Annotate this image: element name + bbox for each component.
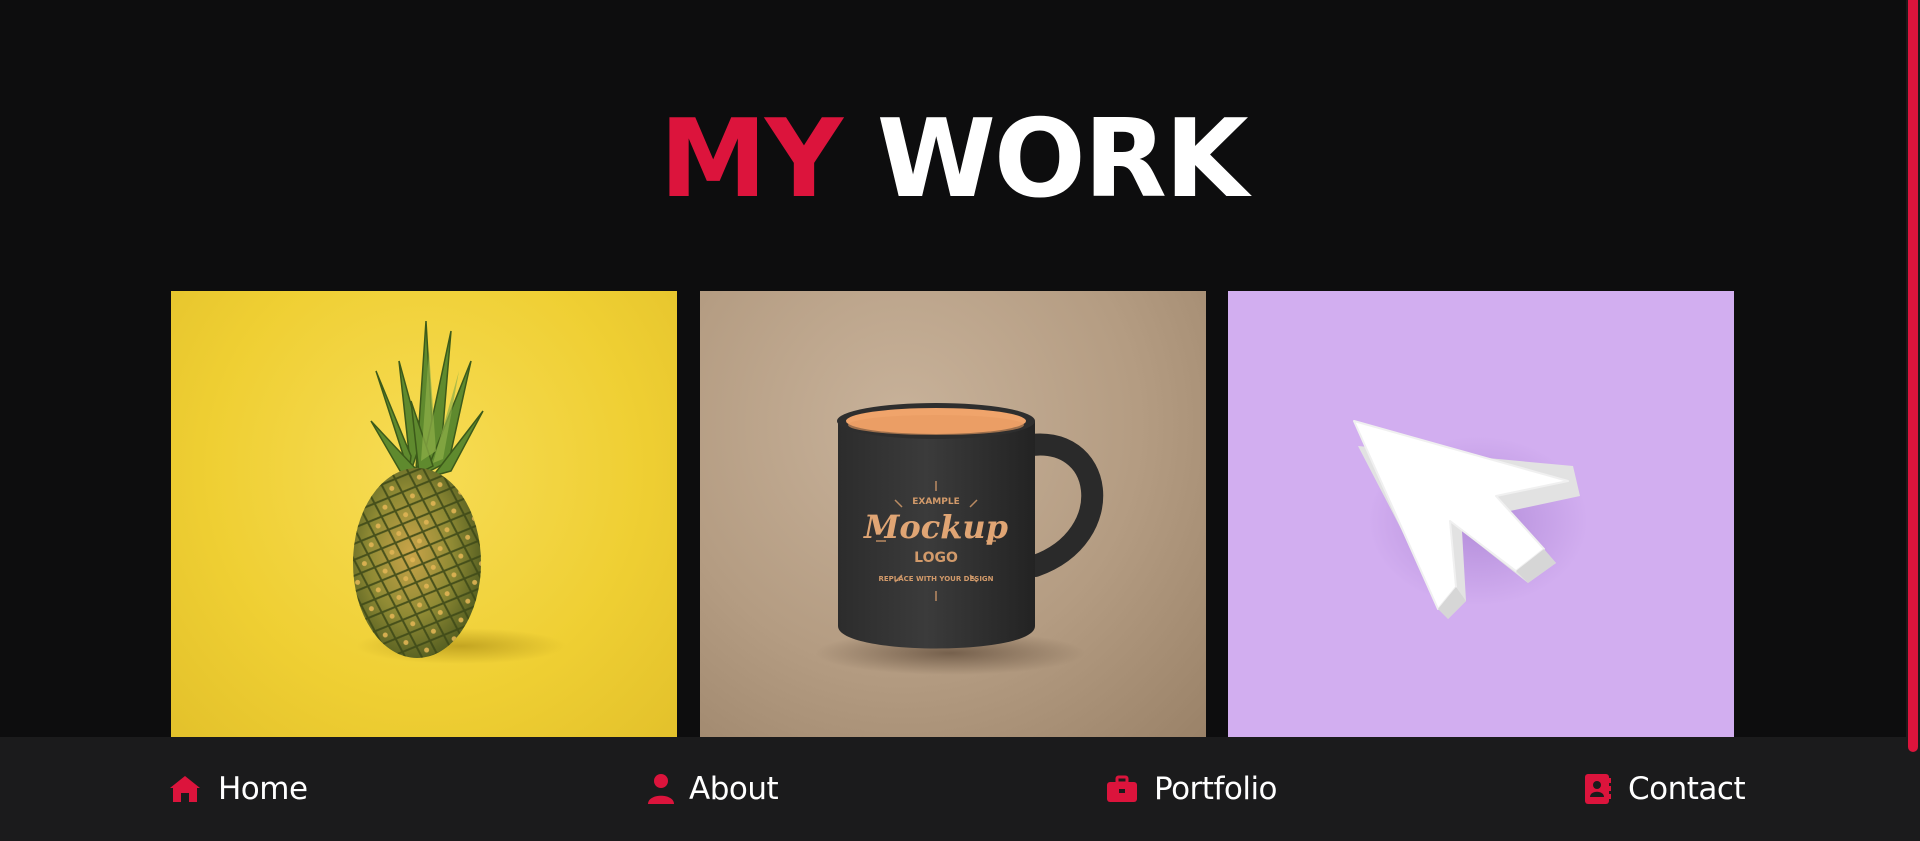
scrollbar-track[interactable]: [1906, 0, 1920, 841]
pineapple-image: [353, 320, 566, 664]
briefcase-icon: [1107, 775, 1137, 802]
section-title-accent: MY: [659, 97, 843, 222]
bottom-nav: Home About Portfolio Contact: [0, 737, 1906, 841]
nav-label-home: Home: [218, 771, 308, 807]
nav-item-portfolio[interactable]: Portfolio: [1106, 737, 1278, 841]
portfolio-item-pineapple[interactable]: [171, 291, 677, 737]
address-book-icon: [1585, 774, 1611, 804]
mug-image: EXAMPLE Mockup LOGO REPLACE WITH YOUR DE…: [815, 403, 1104, 675]
nav-item-contact[interactable]: Contact: [1584, 737, 1746, 841]
nav-item-home[interactable]: Home: [168, 737, 308, 841]
section-title-rest: WORK: [876, 97, 1249, 222]
user-icon: [648, 774, 674, 804]
mug-logo-mockup: Mockup: [863, 508, 1008, 546]
nav-label-about: About: [689, 771, 779, 807]
mug-logo-replace: REPLACE WITH YOUR DESIGN: [878, 575, 993, 583]
page: MY WORK EXAMPLE Mockup LOGO REPLACE WITH…: [0, 0, 1920, 841]
section-title: MY WORK: [0, 98, 1906, 222]
nav-label-contact: Contact: [1628, 771, 1746, 807]
home-icon: [170, 776, 200, 802]
nav-label-portfolio: Portfolio: [1154, 771, 1278, 807]
mug-logo-logo: LOGO: [914, 550, 958, 566]
portfolio-item-mug[interactable]: EXAMPLE Mockup LOGO REPLACE WITH YOUR DE…: [700, 291, 1206, 737]
nav-item-about[interactable]: About: [647, 737, 779, 841]
scrollbar-thumb[interactable]: [1908, 0, 1918, 752]
portfolio-item-cursor[interactable]: [1228, 291, 1734, 737]
cursor-image: [1353, 420, 1588, 619]
mug-logo-example: EXAMPLE: [912, 497, 960, 507]
